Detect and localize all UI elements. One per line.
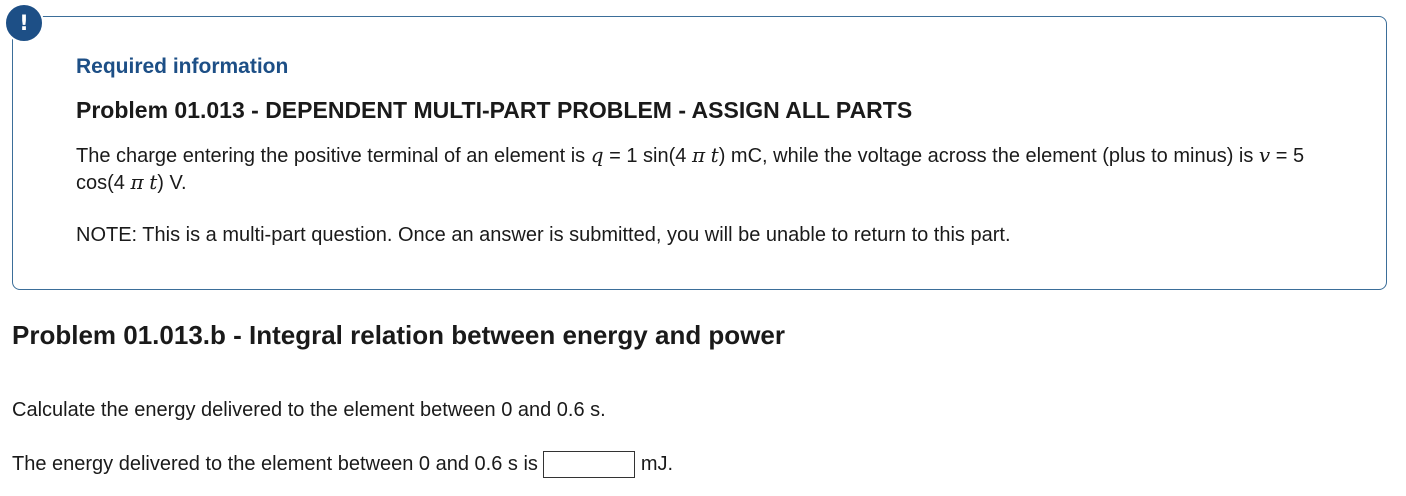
problem-title: Problem 01.013 - DEPENDENT MULTI-PART PR… <box>76 97 913 123</box>
statement-text-5: ) V. <box>157 172 187 194</box>
answer-unit: mJ. <box>640 453 674 475</box>
statement-text-1: The charge entering the positive termina… <box>76 145 591 167</box>
answer-row: The energy delivered to the element betw… <box>12 451 673 478</box>
statement-text-3: ) mC, while the voltage across the eleme… <box>718 145 1259 167</box>
part-title: Problem 01.013.b - Integral relation bet… <box>12 320 785 350</box>
pi-symbol: π <box>130 170 144 194</box>
answer-prefix: The energy delivered to the element betw… <box>12 453 538 475</box>
time-variable: t <box>710 143 719 167</box>
energy-answer-input[interactable] <box>542 451 635 478</box>
statement-text-2: = 1 sin(4 <box>603 145 692 167</box>
question-text: Calculate the energy delivered to the el… <box>12 399 606 421</box>
charge-variable: q <box>590 143 604 167</box>
alert-exclamation-icon: ! <box>4 3 44 43</box>
problem-statement: The charge entering the positive termina… <box>76 142 1336 196</box>
required-information-heading: Required information <box>76 55 289 78</box>
multi-part-note: NOTE: This is a multi-part question. Onc… <box>76 224 1011 246</box>
voltage-variable: v <box>1258 143 1271 167</box>
pi-symbol: π <box>691 143 706 167</box>
